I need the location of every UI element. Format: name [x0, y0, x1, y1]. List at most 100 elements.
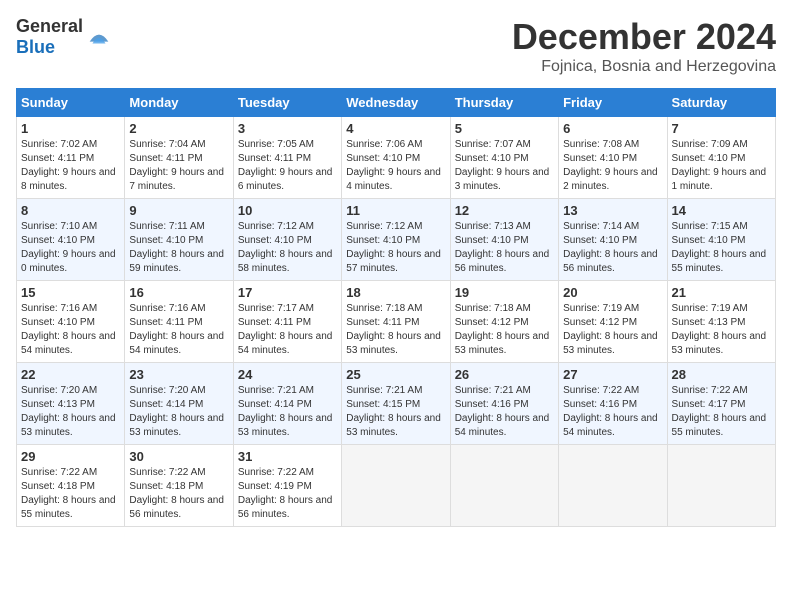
day-number: 7 — [672, 121, 771, 136]
day-number: 18 — [346, 285, 445, 300]
day-info: Sunrise: 7:16 AMSunset: 4:11 PMDaylight:… — [129, 302, 228, 358]
day-number: 10 — [238, 203, 337, 218]
day-cell: 27 Sunrise: 7:22 AMSunset: 4:16 PMDaylig… — [559, 363, 667, 445]
day-cell: 19 Sunrise: 7:18 AMSunset: 4:12 PMDaylig… — [450, 281, 558, 363]
day-cell: 25 Sunrise: 7:21 AMSunset: 4:15 PMDaylig… — [342, 363, 450, 445]
location: Fojnica, Bosnia and Herzegovina — [512, 58, 776, 76]
week-row-1: 1 Sunrise: 7:02 AMSunset: 4:11 PMDayligh… — [17, 117, 776, 199]
day-info: Sunrise: 7:22 AMSunset: 4:18 PMDaylight:… — [129, 466, 228, 522]
day-info: Sunrise: 7:13 AMSunset: 4:10 PMDaylight:… — [455, 220, 554, 276]
day-cell: 11 Sunrise: 7:12 AMSunset: 4:10 PMDaylig… — [342, 199, 450, 281]
day-number: 22 — [21, 367, 120, 382]
day-cell: 10 Sunrise: 7:12 AMSunset: 4:10 PMDaylig… — [233, 199, 341, 281]
day-number: 13 — [563, 203, 662, 218]
day-info: Sunrise: 7:04 AMSunset: 4:11 PMDaylight:… — [129, 138, 228, 194]
logo-general: General — [16, 16, 83, 36]
day-info: Sunrise: 7:22 AMSunset: 4:19 PMDaylight:… — [238, 466, 337, 522]
day-number: 4 — [346, 121, 445, 136]
day-info: Sunrise: 7:18 AMSunset: 4:11 PMDaylight:… — [346, 302, 445, 358]
day-info: Sunrise: 7:19 AMSunset: 4:12 PMDaylight:… — [563, 302, 662, 358]
day-cell: 23 Sunrise: 7:20 AMSunset: 4:14 PMDaylig… — [125, 363, 233, 445]
day-info: Sunrise: 7:12 AMSunset: 4:10 PMDaylight:… — [238, 220, 337, 276]
week-row-4: 22 Sunrise: 7:20 AMSunset: 4:13 PMDaylig… — [17, 363, 776, 445]
day-number: 6 — [563, 121, 662, 136]
day-info: Sunrise: 7:06 AMSunset: 4:10 PMDaylight:… — [346, 138, 445, 194]
day-cell: 7 Sunrise: 7:09 AMSunset: 4:10 PMDayligh… — [667, 117, 775, 199]
day-number: 14 — [672, 203, 771, 218]
day-number: 20 — [563, 285, 662, 300]
day-number: 2 — [129, 121, 228, 136]
day-cell: 30 Sunrise: 7:22 AMSunset: 4:18 PMDaylig… — [125, 445, 233, 527]
day-info: Sunrise: 7:12 AMSunset: 4:10 PMDaylight:… — [346, 220, 445, 276]
week-row-5: 29 Sunrise: 7:22 AMSunset: 4:18 PMDaylig… — [17, 445, 776, 527]
day-cell — [559, 445, 667, 527]
day-number: 31 — [238, 449, 337, 464]
day-cell: 31 Sunrise: 7:22 AMSunset: 4:19 PMDaylig… — [233, 445, 341, 527]
day-info: Sunrise: 7:20 AMSunset: 4:14 PMDaylight:… — [129, 384, 228, 440]
day-cell: 13 Sunrise: 7:14 AMSunset: 4:10 PMDaylig… — [559, 199, 667, 281]
day-number: 24 — [238, 367, 337, 382]
day-cell — [667, 445, 775, 527]
day-info: Sunrise: 7:11 AMSunset: 4:10 PMDaylight:… — [129, 220, 228, 276]
col-header-wednesday: Wednesday — [342, 89, 450, 117]
day-number: 8 — [21, 203, 120, 218]
day-cell: 29 Sunrise: 7:22 AMSunset: 4:18 PMDaylig… — [17, 445, 125, 527]
day-cell: 1 Sunrise: 7:02 AMSunset: 4:11 PMDayligh… — [17, 117, 125, 199]
day-info: Sunrise: 7:20 AMSunset: 4:13 PMDaylight:… — [21, 384, 120, 440]
day-number: 27 — [563, 367, 662, 382]
day-cell: 18 Sunrise: 7:18 AMSunset: 4:11 PMDaylig… — [342, 281, 450, 363]
month-title: December 2024 — [512, 16, 776, 58]
col-header-sunday: Sunday — [17, 89, 125, 117]
col-header-friday: Friday — [559, 89, 667, 117]
day-info: Sunrise: 7:19 AMSunset: 4:13 PMDaylight:… — [672, 302, 771, 358]
day-info: Sunrise: 7:18 AMSunset: 4:12 PMDaylight:… — [455, 302, 554, 358]
day-cell — [342, 445, 450, 527]
day-info: Sunrise: 7:02 AMSunset: 4:11 PMDaylight:… — [21, 138, 120, 194]
day-info: Sunrise: 7:15 AMSunset: 4:10 PMDaylight:… — [672, 220, 771, 276]
day-number: 16 — [129, 285, 228, 300]
day-info: Sunrise: 7:14 AMSunset: 4:10 PMDaylight:… — [563, 220, 662, 276]
day-number: 1 — [21, 121, 120, 136]
day-cell: 2 Sunrise: 7:04 AMSunset: 4:11 PMDayligh… — [125, 117, 233, 199]
header-row: SundayMondayTuesdayWednesdayThursdayFrid… — [17, 89, 776, 117]
day-cell: 9 Sunrise: 7:11 AMSunset: 4:10 PMDayligh… — [125, 199, 233, 281]
day-number: 19 — [455, 285, 554, 300]
day-number: 28 — [672, 367, 771, 382]
day-info: Sunrise: 7:07 AMSunset: 4:10 PMDaylight:… — [455, 138, 554, 194]
day-number: 17 — [238, 285, 337, 300]
day-cell: 26 Sunrise: 7:21 AMSunset: 4:16 PMDaylig… — [450, 363, 558, 445]
day-info: Sunrise: 7:22 AMSunset: 4:18 PMDaylight:… — [21, 466, 120, 522]
day-cell: 14 Sunrise: 7:15 AMSunset: 4:10 PMDaylig… — [667, 199, 775, 281]
day-info: Sunrise: 7:17 AMSunset: 4:11 PMDaylight:… — [238, 302, 337, 358]
day-cell: 22 Sunrise: 7:20 AMSunset: 4:13 PMDaylig… — [17, 363, 125, 445]
day-info: Sunrise: 7:09 AMSunset: 4:10 PMDaylight:… — [672, 138, 771, 194]
day-cell: 6 Sunrise: 7:08 AMSunset: 4:10 PMDayligh… — [559, 117, 667, 199]
col-header-thursday: Thursday — [450, 89, 558, 117]
day-number: 26 — [455, 367, 554, 382]
day-info: Sunrise: 7:22 AMSunset: 4:17 PMDaylight:… — [672, 384, 771, 440]
day-number: 9 — [129, 203, 228, 218]
day-cell: 21 Sunrise: 7:19 AMSunset: 4:13 PMDaylig… — [667, 281, 775, 363]
page-header: General Blue December 2024 Fojnica, Bosn… — [16, 16, 776, 76]
day-number: 23 — [129, 367, 228, 382]
week-row-2: 8 Sunrise: 7:10 AMSunset: 4:10 PMDayligh… — [17, 199, 776, 281]
day-number: 3 — [238, 121, 337, 136]
day-cell: 4 Sunrise: 7:06 AMSunset: 4:10 PMDayligh… — [342, 117, 450, 199]
calendar-table: SundayMondayTuesdayWednesdayThursdayFrid… — [16, 88, 776, 527]
day-cell: 16 Sunrise: 7:16 AMSunset: 4:11 PMDaylig… — [125, 281, 233, 363]
day-cell: 5 Sunrise: 7:07 AMSunset: 4:10 PMDayligh… — [450, 117, 558, 199]
day-info: Sunrise: 7:22 AMSunset: 4:16 PMDaylight:… — [563, 384, 662, 440]
day-cell: 15 Sunrise: 7:16 AMSunset: 4:10 PMDaylig… — [17, 281, 125, 363]
day-info: Sunrise: 7:08 AMSunset: 4:10 PMDaylight:… — [563, 138, 662, 194]
day-number: 12 — [455, 203, 554, 218]
day-number: 5 — [455, 121, 554, 136]
week-row-3: 15 Sunrise: 7:16 AMSunset: 4:10 PMDaylig… — [17, 281, 776, 363]
day-cell: 24 Sunrise: 7:21 AMSunset: 4:14 PMDaylig… — [233, 363, 341, 445]
day-number: 21 — [672, 285, 771, 300]
day-info: Sunrise: 7:16 AMSunset: 4:10 PMDaylight:… — [21, 302, 120, 358]
day-number: 30 — [129, 449, 228, 464]
day-info: Sunrise: 7:21 AMSunset: 4:16 PMDaylight:… — [455, 384, 554, 440]
day-cell: 17 Sunrise: 7:17 AMSunset: 4:11 PMDaylig… — [233, 281, 341, 363]
day-number: 11 — [346, 203, 445, 218]
title-area: December 2024 Fojnica, Bosnia and Herzeg… — [512, 16, 776, 76]
